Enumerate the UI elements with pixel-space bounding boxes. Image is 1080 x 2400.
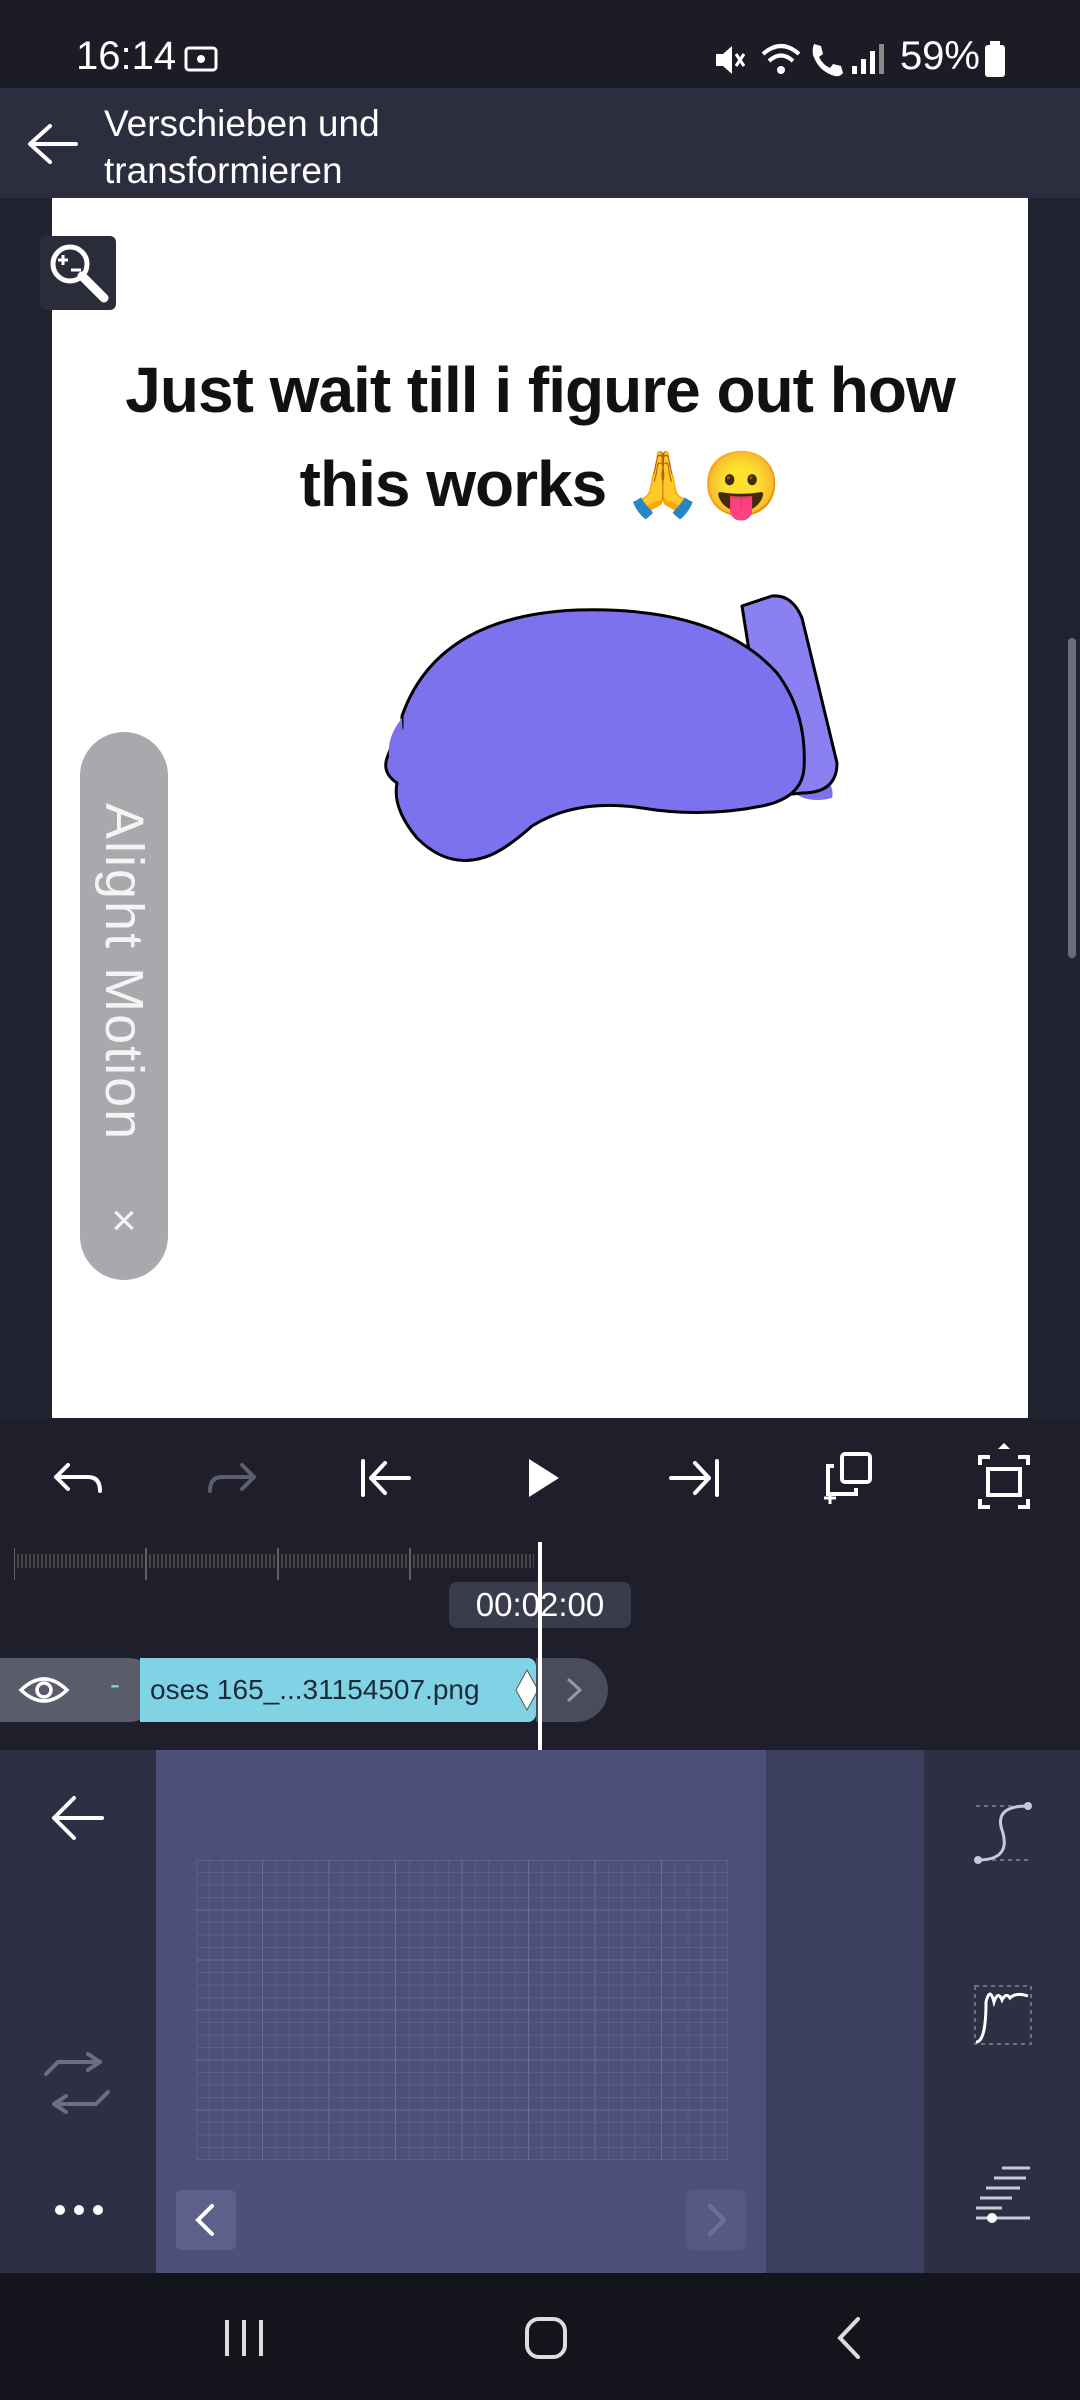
bounce-curve-icon[interactable] [972,1982,1034,2048]
watermark-close-icon[interactable]: × [80,1196,168,1246]
fullscreen-icon [978,1443,1030,1509]
chevron-left-icon [195,2204,214,2236]
screen-record-icon [184,46,218,72]
layer-visibility-toggle[interactable]: - [0,1658,160,1722]
preview-stage[interactable]: Just wait till i figure out how this wor… [0,198,1080,1418]
jump-to-end-button[interactable] [655,1438,735,1518]
app-header: Verschieben und transformieren [0,88,1080,198]
chevron-right-icon [566,1677,583,1703]
motion-graph-area[interactable] [156,1750,766,2273]
meme-caption-line2: this works 🙏😛 [299,448,782,520]
panel-gap [766,1750,924,2273]
jump-to-start-icon [361,1459,411,1497]
duplicate-button[interactable] [808,1438,888,1518]
redo-button[interactable] [192,1438,272,1518]
page-title: Verschieben und transformieren [104,100,704,194]
status-bar: 16:14 59% [0,0,1080,88]
layer-dash: - [110,1668,120,1701]
play-button[interactable] [502,1438,582,1518]
chevron-right-icon [708,2204,727,2236]
recent-apps-icon [225,2320,263,2356]
home-icon [525,2317,567,2359]
easing-curve-icon[interactable] [972,1800,1034,1866]
zoom-button[interactable] [40,236,116,310]
meme-caption-line1: Just wait till i figure out how [125,354,955,426]
page-title-line2: transformieren [104,150,343,191]
system-nav-bar [0,2273,1080,2400]
panel-right-column [924,1750,1080,2273]
watermark-badge: Alight Motion × [80,732,168,1280]
battery-icon [985,41,1005,77]
playhead[interactable] [538,1542,542,1750]
battery-percent: 59% [899,34,980,78]
timeline[interactable]: 00:02:00 - oses 165_...31154507.png [0,1536,1080,1750]
preview-canvas[interactable]: Just wait till i figure out how this wor… [52,198,1028,1418]
timeline-ruler[interactable] [14,1546,534,1580]
home-button[interactable] [506,2303,586,2373]
meme-caption: Just wait till i figure out how this wor… [82,343,998,531]
stagger-icon[interactable] [972,2160,1034,2226]
graph-grid [196,1860,728,2160]
mute-icon [716,46,746,74]
clip-label: oses 165_...31154507.png [150,1674,480,1705]
system-back-button[interactable] [810,2303,890,2373]
system-back-icon [837,2317,860,2359]
swap-icon[interactable] [40,2052,114,2114]
status-time: 16:14 [76,34,177,78]
blob-drawing[interactable] [332,568,912,928]
watermark-text: Alight Motion [94,802,154,1142]
redo-icon [208,1463,256,1493]
timeline-clip[interactable]: oses 165_...31154507.png [140,1658,536,1722]
recent-apps-button[interactable] [204,2303,284,2373]
eye-icon [18,1677,70,1703]
duplicate-icon [824,1452,872,1504]
zoom-out-icon [50,244,109,303]
preview-scrollbar[interactable] [1068,638,1076,958]
page-title-line1: Verschieben und [104,103,380,144]
undo-icon [54,1463,102,1493]
panel-left-column [0,1750,156,2273]
call-icon [812,44,843,77]
playback-toolbar [0,1418,1080,1536]
panel-back-icon[interactable] [48,1792,108,1844]
wifi-icon [761,44,801,74]
jump-to-end-icon [669,1459,719,1497]
more-options-icon[interactable] [54,2202,104,2218]
signal-icon [852,44,884,74]
graph-prev-button[interactable] [176,2190,236,2250]
graph-next-button[interactable] [686,2190,746,2250]
back-arrow-icon[interactable] [24,120,80,168]
jump-to-start-button[interactable] [345,1438,425,1518]
clip-next-button[interactable] [536,1658,608,1722]
undo-button[interactable] [38,1438,118,1518]
play-icon [529,1459,559,1497]
fullscreen-button[interactable] [964,1438,1044,1518]
motion-panel [0,1750,1080,2273]
